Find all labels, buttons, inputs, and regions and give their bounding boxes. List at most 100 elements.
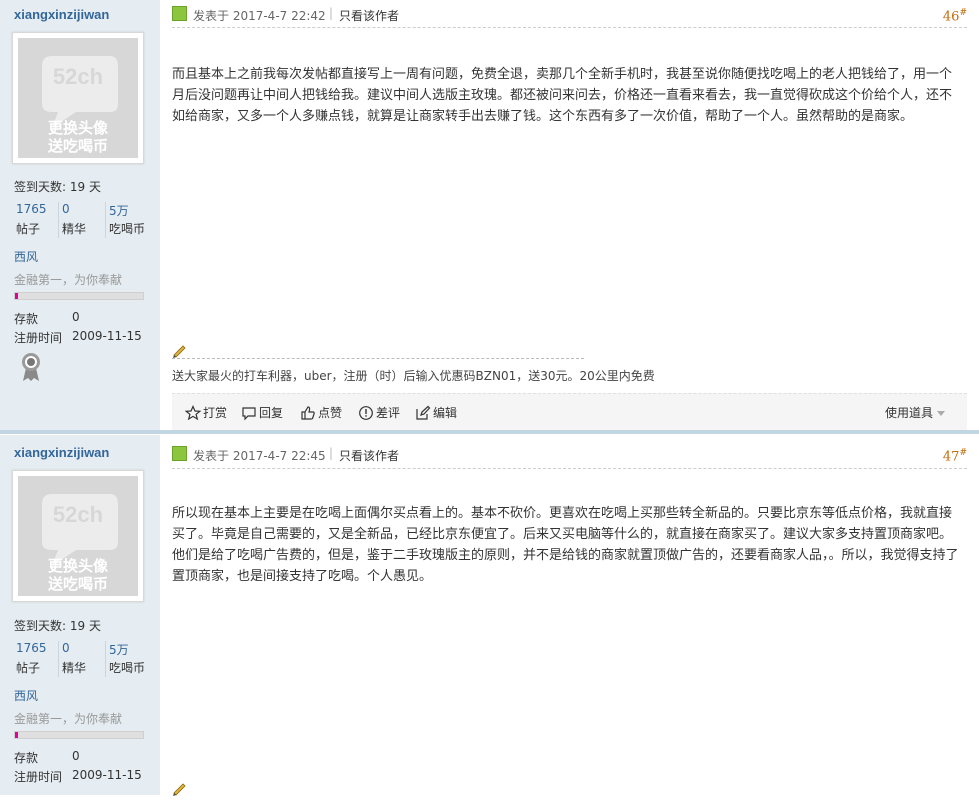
like-button[interactable]: 点赞 bbox=[300, 404, 342, 421]
stat-coins-value: 5万 bbox=[109, 643, 129, 657]
author-stats: 1765 帖子 0 精华 5万 吃喝币 bbox=[14, 202, 154, 238]
avatar-logo-text: 52ch bbox=[52, 64, 104, 89]
stat-posts-value: 1765 bbox=[16, 641, 47, 655]
deposit-row: 存款 0 bbox=[14, 749, 80, 766]
pencil-icon bbox=[172, 781, 188, 800]
deposit-value: 0 bbox=[72, 749, 80, 763]
register-row: 注册时间 2009-11-15 bbox=[14, 768, 142, 785]
post-message: 所以现在基本上主要是在吃喝上面偶尔买点看上的。基本不砍价。更喜欢在吃喝上买那些转… bbox=[172, 505, 959, 583]
author-sidebar: xiangxinzijiwan 52ch 更换头像 送吃喝币 签到天数: 19 … bbox=[0, 435, 160, 795]
avatar-caption-line2: 送吃喝币 bbox=[47, 576, 108, 593]
stat-digest[interactable]: 0 精华 bbox=[60, 641, 106, 677]
reward-button[interactable]: 打赏 bbox=[185, 404, 227, 421]
stat-coins-label: 吃喝币 bbox=[109, 222, 146, 236]
medal-icon[interactable] bbox=[20, 352, 42, 385]
header-divider bbox=[172, 27, 967, 28]
edit-button[interactable]: 编辑 bbox=[415, 404, 457, 421]
stat-posts-label: 帖子 bbox=[16, 222, 41, 236]
post-46: xiangxinzijiwan 52ch 更换头像 送吃喝币 签到天数: 19 … bbox=[0, 0, 979, 432]
speech-bubble-icon bbox=[242, 406, 256, 420]
only-author-link[interactable]: 只看该作者 bbox=[339, 7, 399, 24]
user-group[interactable]: 西风 bbox=[14, 248, 38, 265]
deposit-value: 0 bbox=[72, 310, 80, 324]
reply-label: 回复 bbox=[259, 406, 284, 420]
deposit-label: 存款 bbox=[14, 312, 39, 326]
post-47: xiangxinzijiwan 52ch 更换头像 送吃喝币 签到天数: 19 … bbox=[0, 435, 979, 796]
online-status-icon bbox=[172, 446, 187, 461]
header-separator: | bbox=[329, 446, 334, 460]
floor-mark: # bbox=[959, 8, 967, 18]
author-stats: 1765 帖子 0 精华 5万 吃喝币 bbox=[14, 641, 154, 677]
header-divider bbox=[172, 468, 967, 469]
author-sidebar: xiangxinzijiwan 52ch 更换头像 送吃喝币 签到天数: 19 … bbox=[0, 0, 160, 432]
floor-mark: # bbox=[959, 448, 967, 458]
edit-label: 编辑 bbox=[433, 406, 458, 420]
register-value: 2009-11-15 bbox=[72, 768, 142, 782]
avatar-caption-line1: 更换头像 bbox=[47, 120, 108, 137]
stat-coins-value: 5万 bbox=[109, 204, 129, 218]
stat-posts[interactable]: 1765 帖子 bbox=[14, 641, 60, 677]
stat-divider bbox=[105, 202, 106, 238]
avatar[interactable]: 52ch 更换头像 送吃喝币 bbox=[12, 32, 144, 164]
rank-progress-bar bbox=[14, 292, 144, 300]
floor-number-value: 47 bbox=[942, 449, 960, 465]
stat-posts[interactable]: 1765 帖子 bbox=[14, 202, 60, 238]
thumbs-up-icon bbox=[301, 405, 315, 420]
stat-digest-value: 0 bbox=[62, 641, 70, 655]
post-header: 发表于 2017-4-7 22:45 | 只看该作者 47# bbox=[172, 445, 967, 464]
post-header: 发表于 2017-4-7 22:42 | 只看该作者 46# bbox=[172, 5, 967, 24]
floor-number-value: 46 bbox=[942, 9, 960, 25]
stat-digest[interactable]: 0 精华 bbox=[60, 202, 106, 238]
stat-divider bbox=[58, 202, 59, 238]
author-username[interactable]: xiangxinzijiwan bbox=[14, 445, 109, 460]
post-message: 而且基本上之前我每次发帖都直接写上一周有问题，免费全退，卖那几个全新手机时，我甚… bbox=[172, 66, 953, 123]
dislike-label: 差评 bbox=[376, 406, 401, 420]
stat-digest-label: 精华 bbox=[62, 661, 87, 675]
deposit-row: 存款 0 bbox=[14, 310, 80, 327]
dislike-button[interactable]: 差评 bbox=[358, 404, 400, 421]
default-avatar-image: 52ch 更换头像 送吃喝币 bbox=[18, 38, 138, 158]
default-avatar-image: 52ch 更换头像 送吃喝币 bbox=[18, 476, 138, 596]
stat-coins[interactable]: 5万 吃喝币 bbox=[107, 641, 153, 677]
post-time: 发表于 2017-4-7 22:42 bbox=[193, 9, 326, 23]
post-action-bar: 打赏 回复 点赞 差评 编辑 使用道具 bbox=[172, 393, 967, 430]
use-tool-dropdown[interactable]: 使用道具 bbox=[885, 404, 945, 421]
post-content: 发表于 2017-4-7 22:45 | 只看该作者 47# 所以现在基本上主要… bbox=[172, 435, 967, 796]
signature-divider bbox=[172, 358, 584, 359]
post-content: 发表于 2017-4-7 22:42 | 只看该作者 46# 而且基本上之前我每… bbox=[172, 0, 967, 432]
rank-progress-bar bbox=[14, 731, 144, 739]
stat-coins[interactable]: 5万 吃喝币 bbox=[107, 202, 153, 238]
stat-digest-value: 0 bbox=[62, 202, 70, 216]
reply-button[interactable]: 回复 bbox=[241, 404, 283, 421]
user-slogan: 金融第一，为你奉献 bbox=[14, 712, 123, 726]
use-tool-label: 使用道具 bbox=[884, 406, 933, 420]
online-status-icon bbox=[172, 6, 187, 21]
user-group[interactable]: 西风 bbox=[14, 687, 38, 704]
post-separator bbox=[0, 430, 979, 434]
exclamation-bubble-icon bbox=[359, 405, 373, 420]
avatar[interactable]: 52ch 更换头像 送吃喝币 bbox=[12, 470, 144, 602]
register-label: 注册时间 bbox=[14, 331, 63, 345]
only-author-link[interactable]: 只看该作者 bbox=[339, 447, 399, 464]
floor-number[interactable]: 46# bbox=[943, 8, 967, 24]
rank-progress-fill bbox=[15, 732, 18, 738]
caret-down-icon bbox=[937, 411, 945, 416]
author-username[interactable]: xiangxinzijiwan bbox=[14, 7, 109, 22]
stat-digest-label: 精华 bbox=[62, 222, 87, 236]
signature-text[interactable]: 送大家最火的打车利器，uber，注册（时）后输入优惠码BZN01，送30元。20… bbox=[172, 367, 655, 384]
checkin-days: 签到天数: 19 天 bbox=[14, 180, 101, 194]
floor-number[interactable]: 47# bbox=[943, 448, 967, 464]
register-value: 2009-11-15 bbox=[72, 329, 142, 343]
avatar-caption-line2: 送吃喝币 bbox=[47, 138, 108, 155]
user-slogan: 金融第一，为你奉献 bbox=[14, 273, 123, 287]
stat-divider bbox=[58, 641, 59, 677]
stat-posts-label: 帖子 bbox=[16, 661, 41, 675]
reward-label: 打赏 bbox=[203, 406, 228, 420]
avatar-caption-line1: 更换头像 bbox=[47, 558, 108, 575]
stat-posts-value: 1765 bbox=[16, 202, 47, 216]
register-row: 注册时间 2009-11-15 bbox=[14, 329, 142, 346]
avatar-logo-text: 52ch bbox=[52, 502, 104, 527]
stat-divider bbox=[105, 641, 106, 677]
header-separator: | bbox=[329, 6, 334, 20]
register-label: 注册时间 bbox=[14, 770, 63, 784]
